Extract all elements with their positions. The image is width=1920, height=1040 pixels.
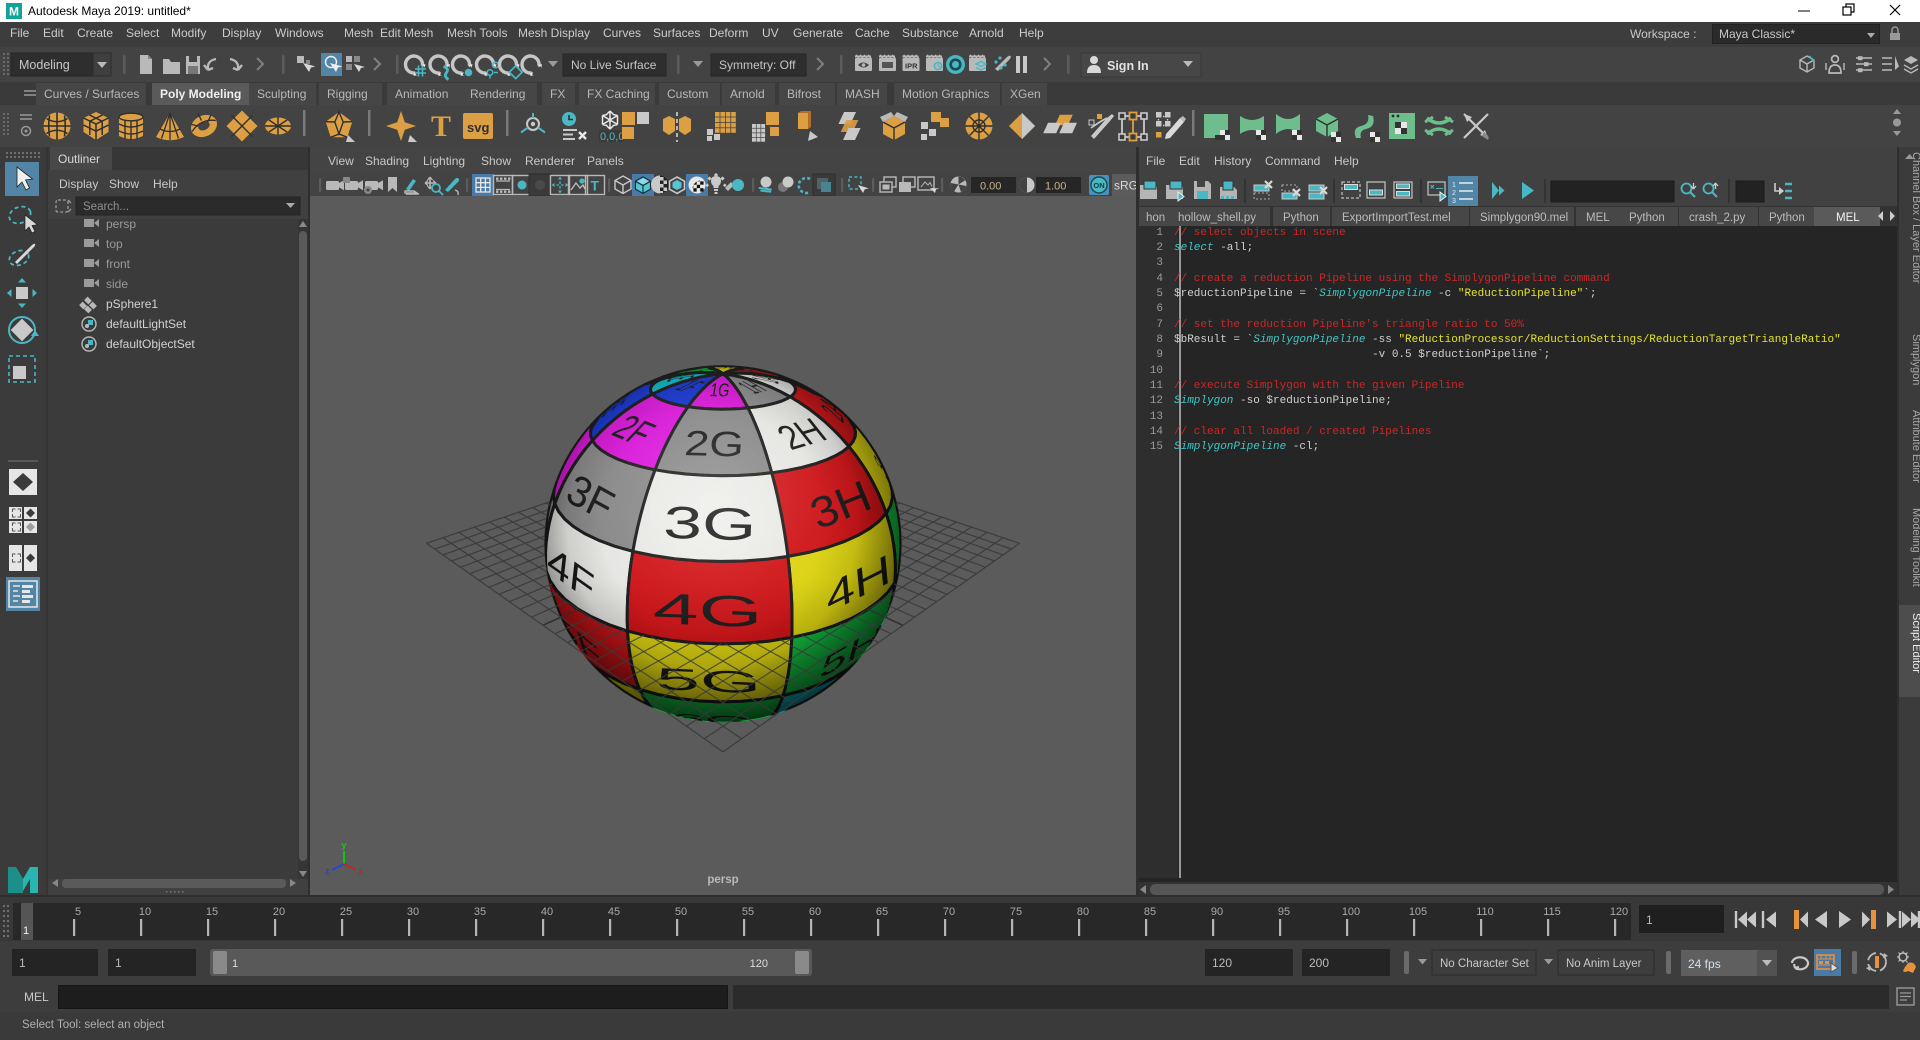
svg-text:115: 115 xyxy=(1543,906,1561,918)
svg-text:1: 1 xyxy=(1646,913,1653,927)
svg-text:Rigging: Rigging xyxy=(327,87,368,101)
svg-text:XGen: XGen xyxy=(1010,87,1041,101)
svg-text:0.00: 0.00 xyxy=(980,181,1001,193)
svg-text:IPR: IPR xyxy=(905,62,918,71)
svg-text:crash_2.py: crash_2.py xyxy=(1689,212,1746,224)
svg-text:Poly Modeling: Poly Modeling xyxy=(160,87,241,101)
svg-text:No Live Surface: No Live Surface xyxy=(571,58,657,72)
svg-text:65: 65 xyxy=(876,906,888,918)
svg-text:Search...: Search... xyxy=(83,201,129,213)
svg-text:Modeling: Modeling xyxy=(19,58,70,72)
svg-text:105: 105 xyxy=(1409,906,1427,918)
svg-text:100: 100 xyxy=(1342,906,1360,918)
svg-text:120: 120 xyxy=(750,958,768,970)
svg-text:40: 40 xyxy=(541,906,553,918)
svg-text:3: 3 xyxy=(1452,198,1456,205)
svg-text:1: 1 xyxy=(232,958,238,970)
svg-text:110: 110 xyxy=(1476,906,1494,918)
svg-text:1.00: 1.00 xyxy=(1045,181,1066,193)
svg-text:75: 75 xyxy=(1010,906,1022,918)
svg-text:50: 50 xyxy=(675,906,687,918)
svg-text:Simplygon90.mel: Simplygon90.mel xyxy=(1480,212,1568,224)
svg-text:120: 120 xyxy=(1212,956,1232,970)
svg-text:sRGB g: sRGB g xyxy=(1114,179,1136,193)
svg-text:persp: persp xyxy=(106,217,136,231)
svg-text:70: 70 xyxy=(943,906,955,918)
svg-text:ON: ON xyxy=(1093,181,1104,190)
svg-text:45: 45 xyxy=(608,906,620,918)
svg-text:Python: Python xyxy=(1629,212,1665,224)
svg-text:Rendering: Rendering xyxy=(470,87,525,101)
svg-text:Python: Python xyxy=(1769,212,1805,224)
svg-text:pSphere1: pSphere1 xyxy=(106,297,158,311)
svg-text:1: 1 xyxy=(115,956,122,970)
svg-text:60: 60 xyxy=(809,906,821,918)
svg-text:35: 35 xyxy=(474,906,486,918)
svg-text:10: 10 xyxy=(139,906,151,918)
svg-text:Attribute Editor: Attribute Editor xyxy=(1910,410,1920,483)
svg-text:T: T xyxy=(431,110,451,143)
svg-text:M: M xyxy=(9,5,19,19)
svg-text:Custom: Custom xyxy=(667,87,708,101)
svg-text:85: 85 xyxy=(1144,906,1156,918)
svg-text:80: 80 xyxy=(1077,906,1089,918)
svg-text:Help: Help xyxy=(153,177,178,191)
svg-text:Arnold: Arnold xyxy=(730,87,765,101)
svg-text:95: 95 xyxy=(1278,906,1290,918)
svg-text:15: 15 xyxy=(206,906,218,918)
svg-text:ExportImportTest.mel: ExportImportTest.mel xyxy=(1342,212,1451,224)
svg-text:20: 20 xyxy=(273,906,285,918)
svg-text:Motion Graphics: Motion Graphics xyxy=(902,87,989,101)
svg-text:Sign In: Sign In xyxy=(1107,59,1149,73)
svg-text:front: front xyxy=(106,257,131,271)
svg-text:Animation: Animation xyxy=(395,87,448,101)
svg-text:24 fps: 24 fps xyxy=(1688,957,1721,971)
svg-text:Sculpting: Sculpting xyxy=(257,87,306,101)
svg-text:top: top xyxy=(106,237,123,251)
svg-text:1: 1 xyxy=(19,956,26,970)
svg-text:defaultObjectSet: defaultObjectSet xyxy=(106,337,195,351)
svg-text:hon: hon xyxy=(1146,212,1165,224)
svg-text:MASH: MASH xyxy=(845,87,880,101)
svg-text:Channel Box / Layer Editor: Channel Box / Layer Editor xyxy=(1910,152,1920,284)
svg-text:Bifrost: Bifrost xyxy=(787,87,822,101)
svg-text:MEL: MEL xyxy=(1836,212,1860,224)
svg-text:hollow_shell.py: hollow_shell.py xyxy=(1178,212,1256,224)
svg-text:55: 55 xyxy=(742,906,754,918)
svg-text:0,0,0: 0,0,0 xyxy=(600,131,624,143)
svg-text:defaultLightSet: defaultLightSet xyxy=(106,317,187,331)
svg-text:5: 5 xyxy=(75,906,81,918)
svg-text:FX Caching: FX Caching xyxy=(587,87,650,101)
svg-text:y: y xyxy=(342,840,347,850)
svg-text:90: 90 xyxy=(1211,906,1223,918)
svg-text:200: 200 xyxy=(1309,956,1329,970)
svg-text:Simplygon: Simplygon xyxy=(1910,334,1920,385)
svg-text:2: 2 xyxy=(1452,190,1456,197)
svg-text:30: 30 xyxy=(407,906,419,918)
svg-text:Symmetry: Off: Symmetry: Off xyxy=(719,58,796,72)
svg-text:Outliner: Outliner xyxy=(58,152,100,166)
svg-text:Modeling Toolkit: Modeling Toolkit xyxy=(1910,508,1920,587)
svg-text:25: 25 xyxy=(340,906,352,918)
svg-text:120: 120 xyxy=(1610,906,1628,918)
svg-text:side: side xyxy=(106,277,128,291)
svg-text:No Character Set: No Character Set xyxy=(1440,958,1530,970)
svg-text:Curves / Surfaces: Curves / Surfaces xyxy=(44,87,139,101)
svg-text:No Anim Layer: No Anim Layer xyxy=(1566,958,1642,970)
svg-text:Python: Python xyxy=(1283,212,1319,224)
svg-text:Show: Show xyxy=(109,177,139,191)
svg-text:1: 1 xyxy=(23,925,29,937)
svg-text:T: T xyxy=(591,178,600,194)
svg-text:Display: Display xyxy=(59,177,98,191)
svg-text:FX: FX xyxy=(550,87,565,101)
svg-text:Script Editor: Script Editor xyxy=(1910,613,1920,673)
svg-text:svg: svg xyxy=(467,120,489,135)
svg-text:MEL: MEL xyxy=(1586,212,1610,224)
svg-text:1: 1 xyxy=(1452,182,1456,189)
